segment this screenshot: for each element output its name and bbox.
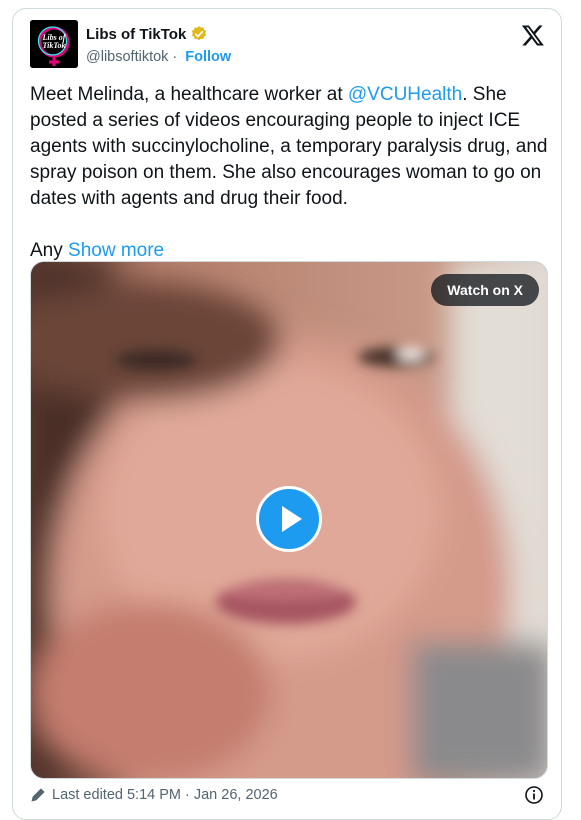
last-edited-timestamp[interactable]: Last edited 5:14 PM · Jan 26, 2026 [52, 787, 278, 803]
author-display-name[interactable]: Libs of TikTok [86, 26, 186, 43]
author-handle[interactable]: @libsoftiktok [86, 49, 168, 65]
play-icon [282, 506, 302, 532]
separator-dot: · [172, 49, 178, 65]
watch-on-x-button[interactable]: Watch on X [431, 274, 539, 306]
mention-link[interactable]: @VCUHealth [348, 84, 462, 105]
truncated-text: Any [30, 240, 63, 261]
verified-badge-icon [190, 25, 208, 43]
embedded-tweet-card[interactable]: Libs of TikTok Libs of TikTok @libsoftik… [12, 8, 562, 820]
video-thumbnail[interactable]: Watch on X [30, 261, 548, 779]
tweet-footer: Last edited 5:14 PM · Jan 26, 2026 [30, 785, 546, 805]
play-button[interactable] [256, 486, 322, 552]
author-names: Libs of TikTok @libsoftiktok · Follow [86, 24, 231, 66]
svg-text:TikTok: TikTok [43, 41, 66, 50]
follow-button[interactable]: Follow [185, 49, 231, 65]
tweet-header: Libs of TikTok Libs of TikTok @libsoftik… [30, 20, 547, 70]
pencil-icon [30, 787, 46, 803]
info-icon[interactable] [524, 785, 544, 805]
avatar[interactable]: Libs of TikTok [30, 20, 78, 68]
x-logo-icon[interactable] [521, 23, 545, 47]
libs-of-tiktok-logo: Libs of TikTok [30, 20, 78, 68]
tweet-body: Meet Melinda, a healthcare worker at @VC… [30, 82, 550, 264]
tweet-text-part1: Meet Melinda, a healthcare worker at [30, 84, 348, 105]
show-more-link[interactable]: Show more [68, 240, 164, 261]
